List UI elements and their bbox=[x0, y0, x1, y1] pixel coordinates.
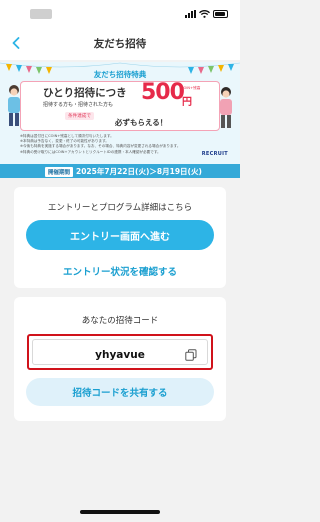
wifi-icon bbox=[199, 10, 210, 18]
promo-card: ひとり招待につき 招待する方も・招待された方も 条件達成で 500 COIN+残… bbox=[20, 80, 220, 131]
promo-message: 必ずもらえる！ bbox=[115, 118, 168, 127]
battery-icon bbox=[213, 10, 228, 18]
status-icons bbox=[185, 9, 228, 18]
invite-card-title: あなたの招待コード bbox=[81, 316, 159, 326]
page-title: 友だち招待 bbox=[93, 38, 147, 50]
campaign-period-strip: 開催期間 2025年7月22日(火)＞8月19日(火) bbox=[0, 164, 240, 178]
period-tag: 開催期間 bbox=[45, 167, 74, 177]
promo-amount: 500 bbox=[141, 80, 185, 105]
promo-amount-unit: 円 bbox=[182, 97, 192, 108]
home-indicator bbox=[80, 510, 160, 514]
share-code-button[interactable]: 招待コードを共有する bbox=[26, 378, 214, 406]
banner-title: 友だち招待特典 bbox=[93, 70, 147, 79]
invite-code-field[interactable]: yhyavue bbox=[32, 339, 208, 365]
invite-code: yhyavue bbox=[95, 349, 145, 361]
banner-notes: ※特典は翌付日にCOIN+残高として順次付与いたします。 ※本特典は予告なく、変… bbox=[20, 134, 190, 155]
promo-subline: 招待する方も・招待された方も bbox=[43, 102, 114, 108]
entry-status-link[interactable]: エントリー状況を確認する bbox=[14, 264, 226, 278]
promo-banner[interactable]: 友だち招待特典 ひとり招待につき 招待する方も・招待された方も 条件達成で 50… bbox=[0, 62, 240, 164]
recruit-logo: RECRUIT bbox=[201, 151, 228, 157]
period-dates: 2025年7月22日(火)＞8月19日(火) bbox=[76, 167, 202, 176]
invite-code-card: あなたの招待コード yhyavue 招待コードを共有する bbox=[14, 297, 226, 421]
status-time-redacted bbox=[30, 9, 52, 19]
banner-note: ※今後も特典を実施する場合があります。なお、その場合、特典内容が変更される場合が… bbox=[20, 144, 181, 149]
status-bar bbox=[0, 0, 240, 26]
invite-code-highlight: yhyavue bbox=[27, 334, 213, 370]
banner-note: ※特典の受け取りにはCOIN+アカウントとリクルートIDの連携・本人確認が必要で… bbox=[20, 149, 161, 154]
copy-icon[interactable] bbox=[185, 349, 197, 361]
signal-icon bbox=[185, 10, 196, 18]
person-illustration-left bbox=[8, 85, 20, 126]
entry-card: エントリーとプログラム詳細はこちら エントリー画面へ進む エントリー状況を確認す… bbox=[14, 187, 226, 288]
promo-amount-note: COIN+残高 bbox=[181, 86, 201, 90]
promo-condition: 条件達成で bbox=[65, 112, 94, 120]
person-illustration-right bbox=[220, 87, 232, 128]
entry-button[interactable]: エントリー画面へ進む bbox=[26, 220, 214, 250]
nav-bar: 友だち招待 bbox=[0, 26, 240, 60]
promo-headline: ひとり招待につき bbox=[43, 87, 127, 99]
entry-card-title: エントリーとプログラム詳細はこちら bbox=[47, 203, 193, 213]
